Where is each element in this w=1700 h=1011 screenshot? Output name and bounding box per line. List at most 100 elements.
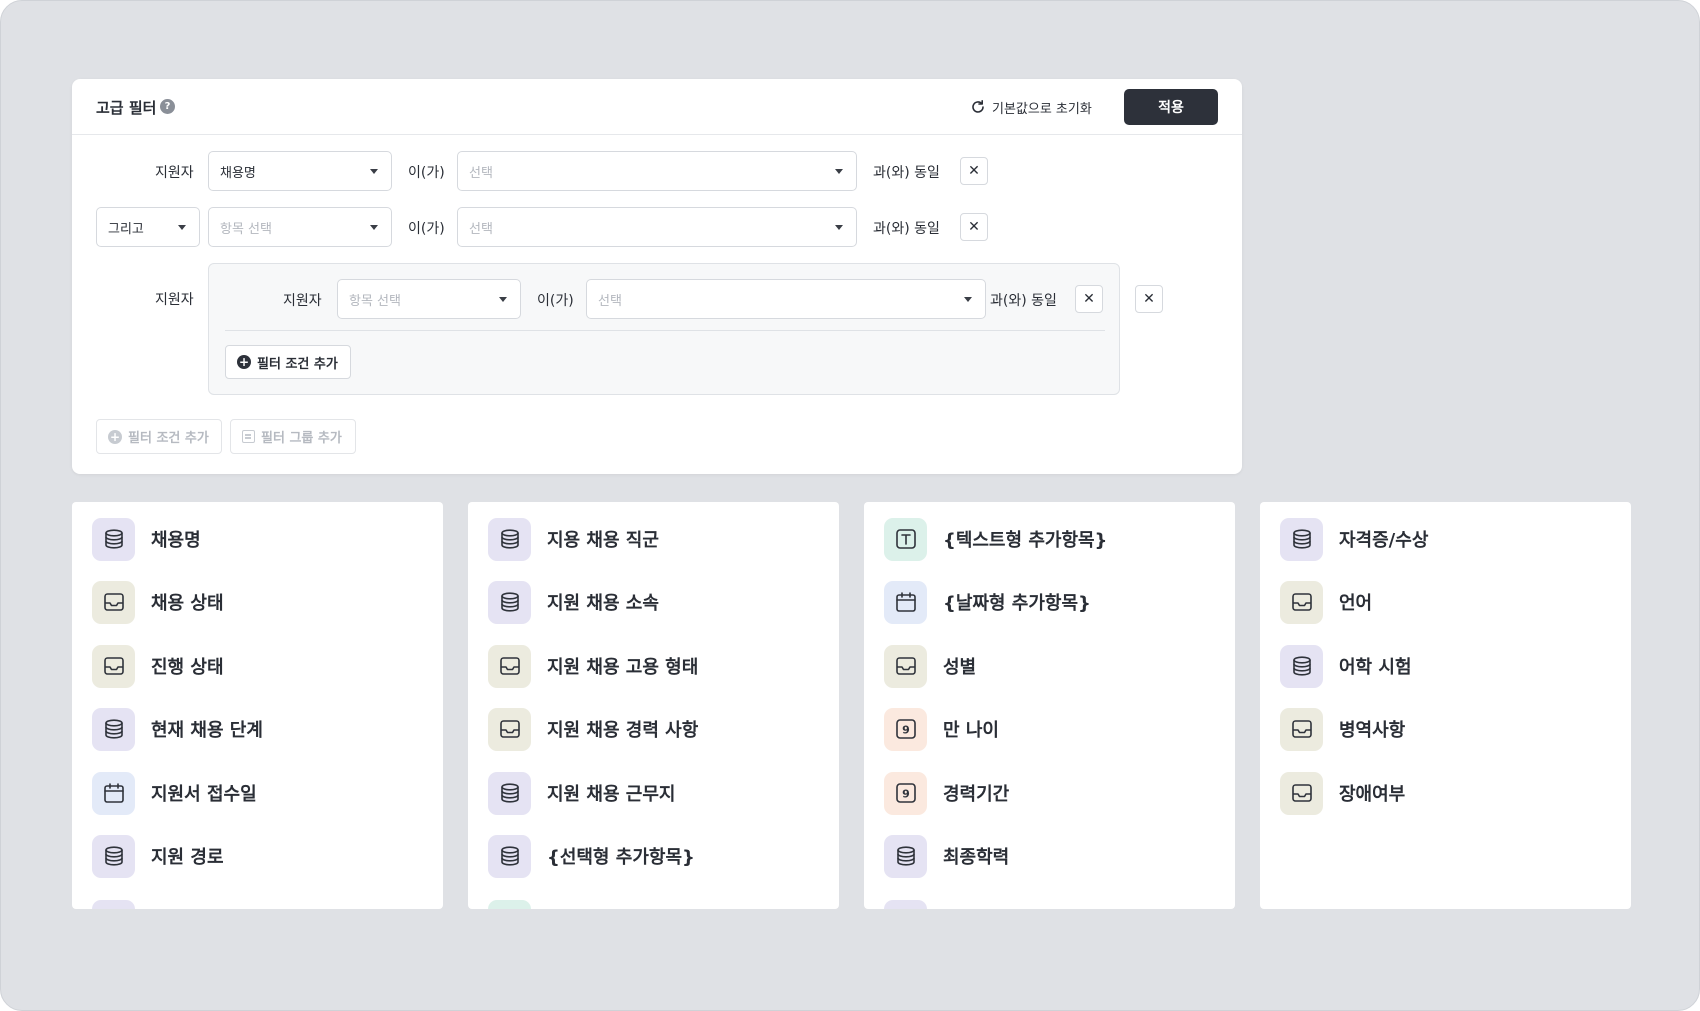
field-item-label: 만 나이 [943,720,999,741]
field-item[interactable]: 지원 경로 [92,834,224,878]
field-item[interactable]: 지원 채용 경력 사항 [488,707,698,751]
row1-value-placeholder: 선택 [469,165,493,181]
field-item[interactable]: 지원 채용 소속 [488,580,659,624]
group-value-placeholder: 선택 [598,293,622,309]
filter-group: 지원자 항목 선택 이(가) 선택 과(와) 동일 ✕ + 필터 조건 추가 [208,263,1120,395]
database-icon [488,517,531,561]
calendar-icon [92,771,135,815]
chevron-down-icon [835,169,843,174]
database-icon [488,834,531,878]
field-item[interactable]: 채용 상태 [92,580,224,624]
svg-text:9: 9 [902,788,910,801]
row1-field-select[interactable]: 채용명 [208,151,392,191]
field-item[interactable]: 진행 상태 [92,644,224,688]
field-item[interactable]: 현재 채용 단계 [92,707,263,751]
inbox-icon [488,644,531,688]
field-item[interactable]: 자격증/수상 [1280,517,1428,561]
panel-header: 고급 필터 ? 기본값으로 초기화 적용 [72,79,1242,135]
field-column-1: 채용명채용 상태진행 상태현재 채용 단계지원서 접수일지원 경로 [72,502,443,909]
database-icon [1280,517,1323,561]
chevron-down-icon [499,297,507,302]
field-item-label: 지원 채용 소속 [547,593,659,614]
row1-value-select[interactable]: 선택 [457,151,857,191]
field-item-label: 지용 채용 직군 [547,530,659,551]
row2-logic-select[interactable]: 그리고 [96,207,200,247]
chevron-down-icon [370,169,378,174]
group-value-select[interactable]: 선택 [586,279,986,319]
database-icon [884,834,927,878]
field-item[interactable]: 지용 채용 직군 [488,517,659,561]
field-item[interactable]: 성별 [884,644,976,688]
group-inner-subject-label: 지원자 [283,293,322,309]
field-item[interactable]: 병역사항 [1280,707,1405,751]
close-icon: ✕ [968,163,980,179]
row2-operator: 과(와) 동일 [873,221,940,237]
field-item[interactable]: 언어 [1280,580,1372,624]
add-group-button[interactable]: 필터 그룹 추가 [230,419,356,454]
group-subject-label: 지원자 [155,292,194,308]
row1-remove-button[interactable]: ✕ [960,157,988,185]
refresh-icon [972,100,984,113]
row2-logic-value: 그리고 [108,221,144,237]
row2-field-placeholder: 항목 선택 [220,221,272,237]
database-icon [92,834,135,878]
close-icon: ✕ [968,219,980,235]
field-item-label: 현재 채용 단계 [151,720,263,741]
field-item[interactable]: 지원 채용 고용 형태 [488,644,698,688]
group-icon [242,430,255,443]
field-item[interactable]: 9 만 나이 [884,707,999,751]
field-item[interactable]: 장애여부 [1280,771,1405,815]
question-circle-icon[interactable]: ? [160,99,175,114]
row1-subject-label: 지원자 [155,165,194,181]
chevron-down-icon [370,225,378,230]
group-condition-remove-button[interactable]: ✕ [1075,285,1103,313]
reset-label: 기본값으로 초기화 [992,101,1092,117]
row1-operator: 과(와) 동일 [873,165,940,181]
field-item[interactable]: {날짜형 추가항목} [884,580,1091,624]
row2-value-select[interactable]: 선택 [457,207,857,247]
group-remove-button[interactable]: ✕ [1135,285,1163,313]
field-item-label: 지원서 접수일 [151,784,257,805]
field-item[interactable]: {선택형 추가항목} [488,834,695,878]
row1-connector: 이(가) [408,165,445,181]
database-icon [92,707,135,751]
field-item[interactable]: 최종학력 [884,834,1009,878]
field-column-2: 지용 채용 직군지원 채용 소속지원 채용 고용 형태지원 채용 경력 사항지원… [468,502,839,909]
group-connector: 이(가) [537,293,574,309]
row2-remove-button[interactable]: ✕ [960,213,988,241]
row2-field-select[interactable]: 항목 선택 [208,207,392,247]
field-item[interactable]: 채용명 [92,517,201,561]
add-condition-button[interactable]: + 필터 조건 추가 [96,419,222,454]
field-item[interactable]: 지원 채용 근무지 [488,771,675,815]
field-item-label: 지원 채용 고용 형태 [547,657,699,678]
divider [225,330,1105,331]
field-item[interactable]: 지원서 접수일 [92,771,257,815]
row2-value-placeholder: 선택 [469,221,493,237]
row1-field-value: 채용명 [220,165,256,181]
add-group-label: 필터 그룹 추가 [261,431,342,446]
group-add-condition-label: 필터 조건 추가 [257,356,338,372]
advanced-filter-panel: 고급 필터 ? 기본값으로 초기화 적용 지원자 채용명 이(가) 선택 과(와… [72,79,1242,474]
inbox-icon [1280,580,1323,624]
reset-to-default-button[interactable]: 기본값으로 초기화 [970,95,1092,119]
field-item-label: 자격증/수상 [1339,530,1429,551]
text-icon [884,517,927,561]
group-add-condition-button[interactable]: + 필터 조건 추가 [225,345,351,379]
apply-button[interactable]: 적용 [1124,89,1218,125]
field-item-label: 채용명 [151,530,201,551]
inbox-icon [488,707,531,751]
field-item-label: 지원 경로 [151,847,224,868]
inbox-icon [92,580,135,624]
number-icon: 9 [884,707,927,751]
field-column-4: 자격증/수상언어어학 시험병역사항장애여부 [1260,502,1631,909]
database-icon [1280,644,1323,688]
field-icon-partial [884,900,927,909]
close-icon: ✕ [1143,291,1155,307]
row2-connector: 이(가) [408,221,445,237]
field-item-label: 진행 상태 [151,657,224,678]
field-item-label: {텍스트형 추가항목} [943,530,1108,551]
field-item[interactable]: {텍스트형 추가항목} [884,517,1107,561]
field-item[interactable]: 9 경력기간 [884,771,1009,815]
group-field-select[interactable]: 항목 선택 [337,279,521,319]
field-item[interactable]: 어학 시험 [1280,644,1412,688]
